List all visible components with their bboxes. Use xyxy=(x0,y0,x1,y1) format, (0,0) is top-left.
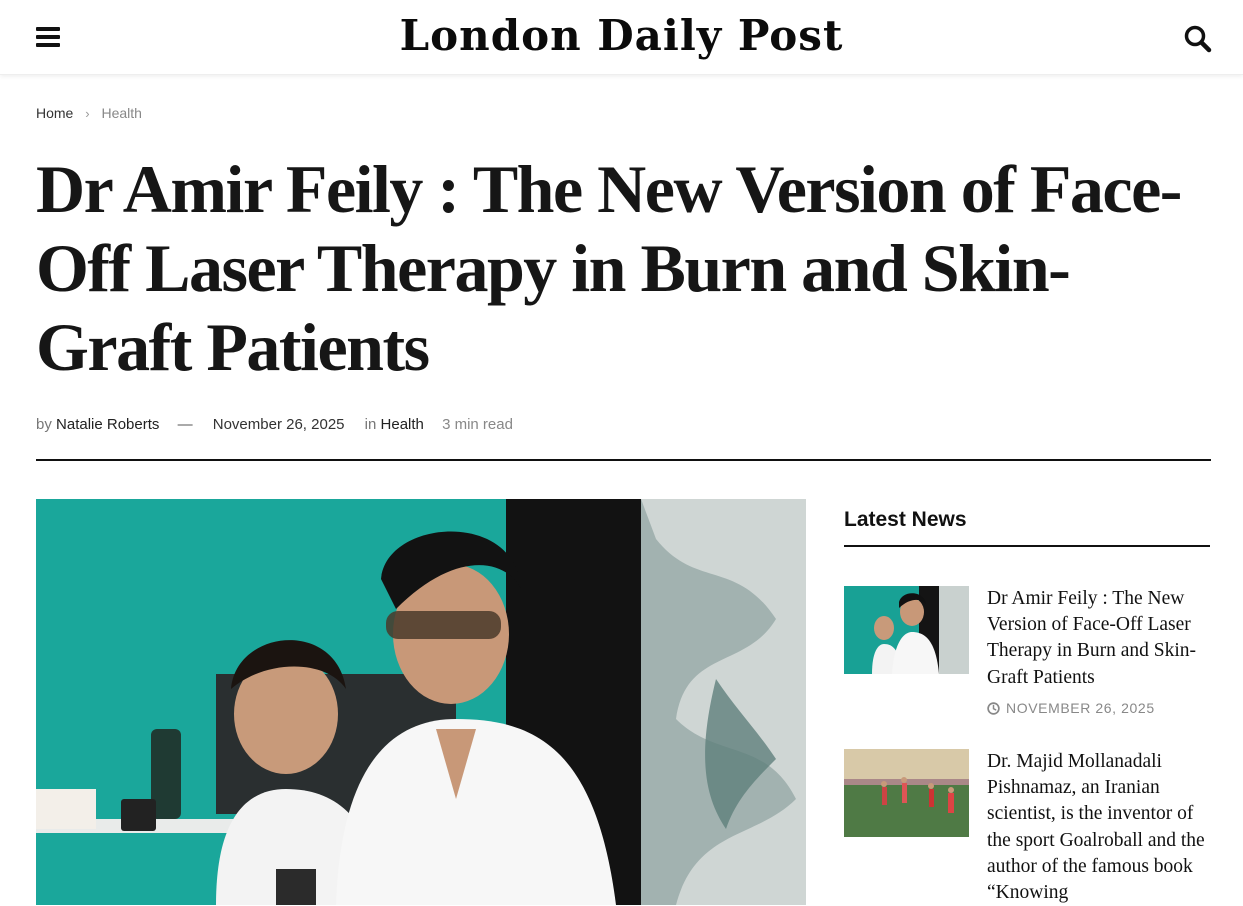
site-header: London Daily Post xyxy=(0,0,1243,75)
search-icon[interactable] xyxy=(1183,24,1213,54)
article-meta: by Natalie Roberts — November 26, 2025 i… xyxy=(36,416,513,433)
article-title: Dr Amir Feily : The New Version of Face-… xyxy=(36,151,1182,385)
clock-icon xyxy=(987,702,1000,715)
sidebar-divider xyxy=(844,545,1210,547)
author-link[interactable]: Natalie Roberts xyxy=(56,416,159,433)
news-thumbnail[interactable] xyxy=(844,749,969,837)
publish-date[interactable]: November 26, 2025 xyxy=(213,416,345,433)
meta-separator: — xyxy=(177,416,193,433)
category-link[interactable]: Health xyxy=(381,416,424,433)
title-divider xyxy=(36,459,1211,461)
meta-by-label: by xyxy=(36,416,52,433)
news-date-text: NOVEMBER 26, 2025 xyxy=(1006,700,1155,716)
breadcrumb: Home › Health xyxy=(36,105,142,121)
breadcrumb-home-link[interactable]: Home xyxy=(36,105,73,121)
read-time: 3 min read xyxy=(442,416,513,433)
news-title-link[interactable]: Dr. Majid Mollanadali Pishnamaz, an Iran… xyxy=(987,749,1212,906)
meta-in-label: in xyxy=(364,416,377,433)
latest-news-heading: Latest News xyxy=(844,508,967,531)
breadcrumb-current[interactable]: Health xyxy=(101,105,141,121)
news-thumbnail[interactable] xyxy=(844,586,969,674)
news-date: NOVEMBER 26, 2025 xyxy=(987,700,1155,716)
featured-image[interactable] xyxy=(36,499,806,905)
news-title-link[interactable]: Dr Amir Feily : The New Version of Face-… xyxy=(987,586,1212,691)
site-logo[interactable]: London Daily Post xyxy=(0,10,1243,62)
chevron-right-icon: › xyxy=(85,106,90,121)
